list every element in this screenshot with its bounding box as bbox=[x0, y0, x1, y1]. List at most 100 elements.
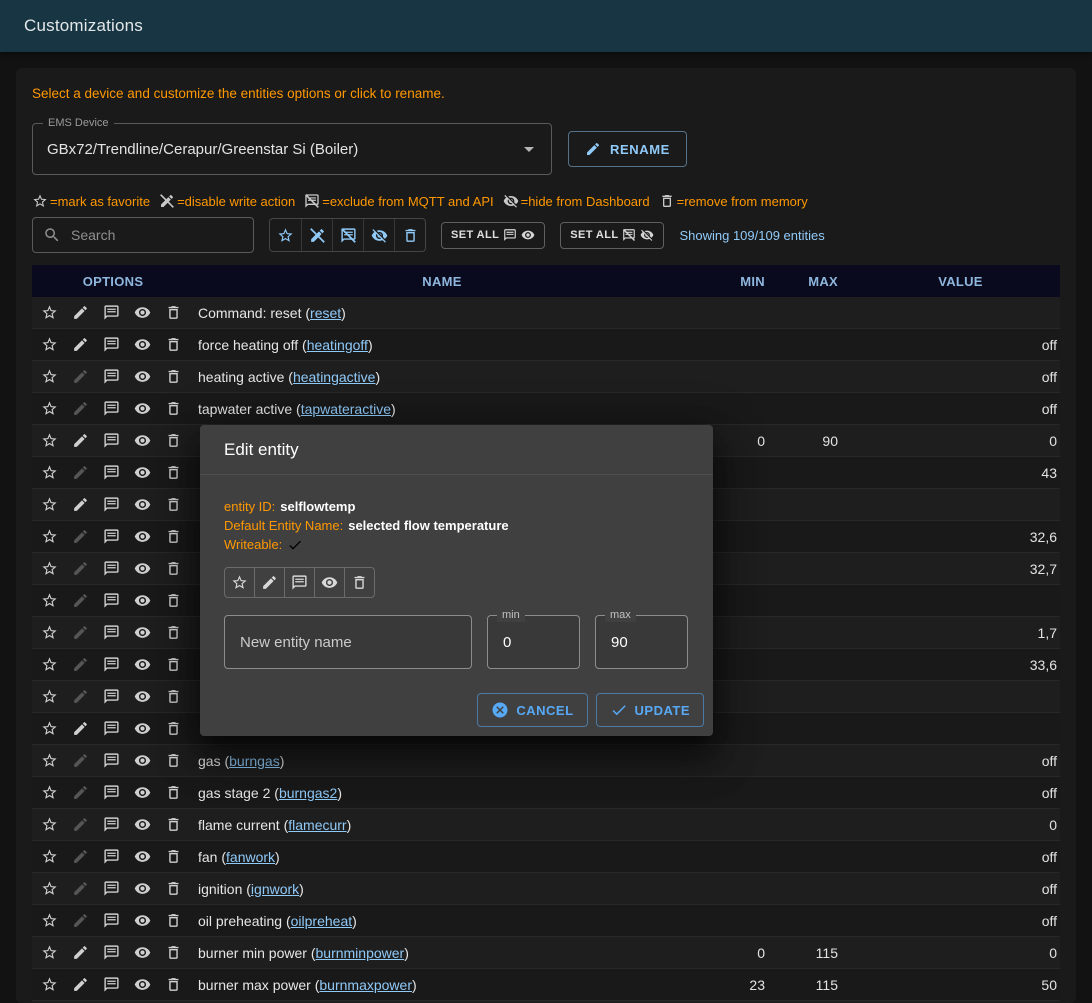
favorite-icon bbox=[41, 336, 58, 353]
write-toggle[interactable] bbox=[254, 567, 285, 598]
edit-icon bbox=[72, 400, 89, 417]
hide-toggle[interactable] bbox=[314, 567, 345, 598]
set-all-visible-button[interactable]: SET ALL bbox=[441, 222, 545, 249]
entity-id-link[interactable]: reset bbox=[310, 305, 341, 321]
table-row[interactable]: burner min power (burnminpower) 0 115 0 bbox=[32, 937, 1060, 969]
entity-id-link[interactable]: burngas2 bbox=[279, 785, 337, 801]
entity-name: burner min power (burnminpower) bbox=[194, 945, 690, 961]
mqtt-icon bbox=[103, 464, 120, 481]
table-row[interactable]: burner max power (burnmaxpower) 23 115 5… bbox=[32, 969, 1060, 1001]
col-max[interactable]: MAX bbox=[768, 274, 841, 289]
table-row[interactable]: gas (burngas) off bbox=[32, 745, 1060, 777]
cell-value: off bbox=[841, 369, 1060, 385]
set-all-hidden-button[interactable]: SET ALL bbox=[560, 222, 664, 249]
delete-icon bbox=[165, 464, 182, 481]
edit-icon bbox=[72, 464, 89, 481]
col-min[interactable]: MIN bbox=[690, 274, 768, 289]
default-name-label: Default Entity Name: bbox=[224, 516, 343, 535]
col-options[interactable]: OPTIONS bbox=[32, 274, 194, 289]
cell-value: off bbox=[841, 401, 1060, 417]
entity-id-link[interactable]: burngas bbox=[229, 753, 280, 769]
default-name-line: Default Entity Name: selected flow tempe… bbox=[224, 516, 689, 535]
filter-favorite-button[interactable] bbox=[270, 219, 301, 251]
delete-icon bbox=[165, 432, 182, 449]
mqtt-icon bbox=[103, 944, 120, 961]
edit-icon bbox=[72, 848, 89, 865]
delete-icon bbox=[165, 656, 182, 673]
table-row[interactable]: heating active (heatingactive) off bbox=[32, 361, 1060, 393]
max-field: max bbox=[595, 615, 688, 669]
mqtt-icon bbox=[103, 784, 120, 801]
min-field: min bbox=[487, 615, 580, 669]
favorite-icon bbox=[41, 816, 58, 833]
edit-icon bbox=[72, 976, 89, 993]
edit-icon bbox=[72, 336, 89, 353]
entity-id-value: selflowtemp bbox=[280, 497, 355, 516]
mqtt-exclude-toggle[interactable] bbox=[284, 567, 315, 598]
cell-value: off bbox=[841, 849, 1060, 865]
edit-icon bbox=[72, 688, 89, 705]
eye-off-icon bbox=[640, 228, 654, 242]
cancel-button[interactable]: CANCEL bbox=[477, 693, 587, 727]
table-row[interactable]: tapwater active (tapwateractive) off bbox=[32, 393, 1060, 425]
table-row[interactable]: ignition (ignwork) off bbox=[32, 873, 1060, 905]
entity-id-link[interactable]: oilpreheat bbox=[291, 913, 353, 929]
edit-off-icon bbox=[159, 193, 175, 209]
entity-name: flame current (flamecurr) bbox=[194, 817, 690, 833]
table-row[interactable]: oil preheating (oilpreheat) off bbox=[32, 905, 1060, 937]
row-options bbox=[32, 912, 194, 929]
favorite-toggle[interactable] bbox=[224, 567, 255, 598]
mqtt-icon bbox=[103, 688, 120, 705]
new-entity-name-input[interactable] bbox=[238, 633, 458, 652]
legend-item-hide: =hide from Dashboard bbox=[503, 193, 650, 209]
edit-icon bbox=[72, 528, 89, 545]
max-input[interactable] bbox=[609, 633, 674, 652]
entity-id-link[interactable]: heatingactive bbox=[293, 369, 376, 385]
device-select[interactable]: EMS Device GBx72/Trendline/Cerapur/Green… bbox=[32, 123, 552, 175]
favorite-icon bbox=[41, 688, 58, 705]
rename-button[interactable]: RENAME bbox=[568, 131, 687, 167]
update-button[interactable]: UPDATE bbox=[596, 693, 704, 727]
mqtt-icon bbox=[103, 752, 120, 769]
entity-id-link[interactable]: fanwork bbox=[226, 849, 275, 865]
legend-item-mqtt-exclude: =exclude from MQTT and API bbox=[304, 193, 493, 209]
col-name[interactable]: NAME bbox=[194, 274, 690, 289]
delete-icon bbox=[165, 784, 182, 801]
showing-entities-text: Showing 109/109 entities bbox=[679, 228, 824, 243]
entity-id-link[interactable]: burnmaxpower bbox=[319, 977, 412, 993]
table-row[interactable]: force heating off (heatingoff) off bbox=[32, 329, 1060, 361]
table-row[interactable]: flame current (flamecurr) 0 bbox=[32, 809, 1060, 841]
entity-id-link[interactable]: ignwork bbox=[251, 881, 299, 897]
table-row[interactable]: Command: reset (reset) bbox=[32, 297, 1060, 329]
table-row[interactable]: gas stage 2 (burngas2) off bbox=[32, 777, 1060, 809]
delete-icon bbox=[165, 976, 182, 993]
dialog-content: entity ID: selflowtemp Default Entity Na… bbox=[200, 475, 713, 669]
entity-id-link[interactable]: heatingoff bbox=[307, 337, 368, 353]
entity-id-link[interactable]: burnminpower bbox=[316, 945, 405, 961]
set-all-label: SET ALL bbox=[451, 229, 499, 241]
filter-hidden-button[interactable] bbox=[363, 219, 394, 251]
filter-mqtt-exclude-button[interactable] bbox=[332, 219, 363, 251]
search-input[interactable] bbox=[69, 226, 243, 244]
mqtt-icon bbox=[103, 560, 120, 577]
edit-icon bbox=[72, 720, 89, 737]
filter-deleted-button[interactable] bbox=[394, 219, 425, 251]
max-field-label: max bbox=[605, 608, 636, 622]
delete-icon bbox=[165, 368, 182, 385]
entity-name: fan (fanwork) bbox=[194, 849, 690, 865]
check-icon bbox=[610, 701, 628, 719]
table-row[interactable]: fan (fanwork) off bbox=[32, 841, 1060, 873]
visibility-icon bbox=[134, 304, 151, 321]
filter-write-disabled-button[interactable] bbox=[301, 219, 332, 251]
mqtt-icon bbox=[103, 496, 120, 513]
comment-off-icon bbox=[304, 193, 320, 209]
cancel-button-label: CANCEL bbox=[516, 703, 573, 718]
delete-toggle[interactable] bbox=[344, 567, 375, 598]
col-value[interactable]: VALUE bbox=[841, 274, 1060, 289]
entity-id-link[interactable]: tapwateractive bbox=[301, 401, 391, 417]
row-options bbox=[32, 624, 194, 641]
mqtt-icon bbox=[103, 976, 120, 993]
min-input[interactable] bbox=[501, 633, 566, 652]
favorite-icon bbox=[41, 912, 58, 929]
entity-id-link[interactable]: flamecurr bbox=[288, 817, 346, 833]
